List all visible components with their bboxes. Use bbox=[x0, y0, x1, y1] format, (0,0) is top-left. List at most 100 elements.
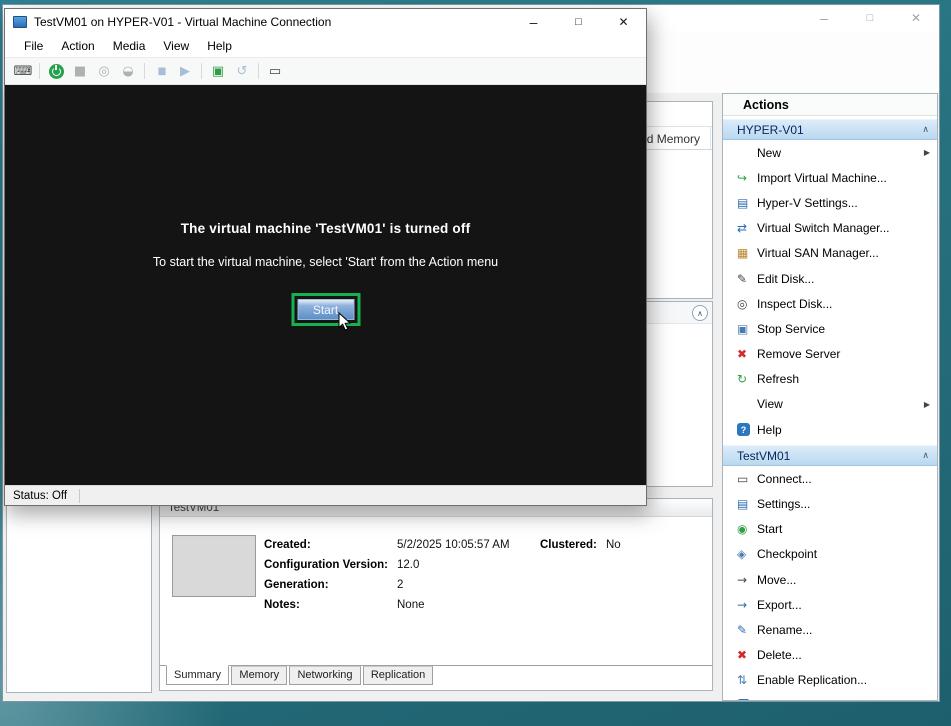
vm-off-hint: To start the virtual machine, select 'St… bbox=[5, 255, 646, 269]
action-item-help[interactable]: ? Help bbox=[723, 417, 937, 442]
action-item-settings[interactable]: ▤ Settings... bbox=[723, 491, 937, 516]
help-icon: ? bbox=[737, 699, 750, 701]
action-item-label: New bbox=[757, 146, 781, 160]
field-value: 5/2/2025 10:05:57 AM bbox=[397, 539, 510, 551]
settings-icon: ▤ bbox=[737, 498, 757, 510]
revert-button[interactable]: ↺ bbox=[230, 60, 254, 82]
vmc-statusbar: Status: Off bbox=[5, 485, 646, 505]
minimize-icon[interactable]: – bbox=[511, 9, 556, 35]
shut-down-button[interactable]: ◎ bbox=[92, 60, 116, 82]
vmc-toolbar: ⌨ ■ ◎ ◒ ▮▮ ▶ ▣ bbox=[5, 57, 646, 85]
action-item-hyperv-settings[interactable]: ▤ Hyper-V Settings... bbox=[723, 190, 937, 215]
actions-section-testvm01[interactable]: TestVM01 ∧ bbox=[723, 445, 937, 466]
action-item-connect[interactable]: ▭ Connect... bbox=[723, 466, 937, 491]
action-item-edit-disk[interactable]: ✎ Edit Disk... bbox=[723, 266, 937, 291]
chevron-up-icon: ∧ bbox=[922, 451, 929, 461]
manager-window-controls: – □ ✕ bbox=[801, 5, 939, 31]
monitor-icon: ▭ bbox=[269, 64, 281, 79]
ctrl-alt-del-button[interactable]: ⌨ bbox=[11, 60, 35, 82]
field-label: Notes: bbox=[264, 599, 397, 611]
menu-action[interactable]: Action bbox=[52, 35, 103, 57]
power-icon bbox=[49, 64, 64, 79]
action-item-label: Import Virtual Machine... bbox=[757, 171, 887, 185]
action-item-refresh[interactable]: ↻ Refresh bbox=[723, 367, 937, 392]
action-item-help-vm[interactable]: ? Help bbox=[723, 693, 937, 701]
menu-media[interactable]: Media bbox=[104, 35, 155, 57]
action-item-new[interactable]: New ▶ bbox=[723, 140, 937, 165]
action-item-checkpoint[interactable]: ◈ Checkpoint bbox=[723, 542, 937, 567]
action-item-start[interactable]: ◉ Start bbox=[723, 517, 937, 542]
action-item-stop-service[interactable]: ▣ Stop Service bbox=[723, 316, 937, 341]
keyboard-icon: ⌨ bbox=[14, 64, 33, 79]
minimize-icon[interactable]: – bbox=[801, 5, 847, 31]
enhanced-session-button[interactable]: ▭ bbox=[263, 60, 287, 82]
checkpoint-button[interactable]: ▣ bbox=[206, 60, 230, 82]
submenu-arrow-icon: ▶ bbox=[924, 400, 930, 409]
tab-summary[interactable]: Summary bbox=[166, 665, 229, 685]
close-icon[interactable]: ✕ bbox=[893, 5, 939, 31]
action-item-label: Start bbox=[757, 522, 782, 536]
statusbar-divider bbox=[79, 489, 80, 503]
menu-view[interactable]: View bbox=[154, 35, 198, 57]
detail-row-notes: Notes: None bbox=[264, 595, 510, 615]
submenu-arrow-icon: ▶ bbox=[924, 148, 930, 157]
action-item-view[interactable]: View ▶ bbox=[723, 392, 937, 417]
vm-connection-window: TestVM01 on HYPER-V01 - Virtual Machine … bbox=[4, 8, 647, 506]
action-item-export[interactable]: → Export... bbox=[723, 592, 937, 617]
turn-off-button[interactable]: ■ bbox=[68, 60, 92, 82]
action-item-remove-server[interactable]: ✖ Remove Server bbox=[723, 342, 937, 367]
action-item-enable-replication[interactable]: ⇅ Enable Replication... bbox=[723, 668, 937, 693]
start-icon: ◉ bbox=[737, 523, 757, 535]
export-icon: → bbox=[737, 599, 757, 611]
actions-section-hyperv01[interactable]: HYPER-V01 ∧ bbox=[723, 119, 937, 140]
menu-help[interactable]: Help bbox=[198, 35, 241, 57]
field-label: Created: bbox=[264, 539, 397, 551]
vm-console-viewport[interactable]: The virtual machine 'TestVM01' is turned… bbox=[5, 85, 646, 485]
rename-icon: ✎ bbox=[737, 624, 757, 636]
close-icon[interactable]: ✕ bbox=[601, 9, 646, 35]
detail-row-generation: Generation: 2 bbox=[264, 575, 510, 595]
action-item-virtual-san-manager[interactable]: ▦ Virtual SAN Manager... bbox=[723, 241, 937, 266]
save-button[interactable]: ◒ bbox=[116, 60, 140, 82]
checkpoint-icon: ◈ bbox=[737, 548, 757, 560]
action-item-label: Checkpoint bbox=[757, 547, 817, 561]
tab-memory[interactable]: Memory bbox=[231, 666, 287, 685]
action-item-move[interactable]: → Move... bbox=[723, 567, 937, 592]
maximize-icon[interactable]: □ bbox=[556, 9, 601, 35]
details-tab-strip: Summary Memory Networking Replication bbox=[160, 665, 712, 686]
action-item-inspect-disk[interactable]: ◎ Inspect Disk... bbox=[723, 291, 937, 316]
field-label: Configuration Version: bbox=[264, 559, 397, 571]
save-icon: ◒ bbox=[122, 64, 133, 79]
section-title: TestVM01 bbox=[737, 449, 790, 463]
menu-file[interactable]: File bbox=[15, 35, 52, 57]
action-item-label: Connect... bbox=[757, 472, 812, 486]
import-icon: ↪ bbox=[737, 172, 757, 184]
action-item-virtual-switch-manager[interactable]: ⇄ Virtual Switch Manager... bbox=[723, 216, 937, 241]
actions-pane-title: Actions bbox=[723, 94, 937, 116]
vmc-titlebar[interactable]: TestVM01 on HYPER-V01 - Virtual Machine … bbox=[5, 9, 646, 35]
detail-row-clustered: Clustered: No bbox=[540, 535, 621, 555]
collapse-panel-button[interactable]: ∧ bbox=[692, 305, 708, 321]
action-item-rename[interactable]: ✎ Rename... bbox=[723, 617, 937, 642]
detail-row-created: Created: 5/2/2025 10:05:57 AM bbox=[264, 535, 510, 555]
start-button[interactable] bbox=[44, 60, 68, 82]
action-item-label: Hyper-V Settings... bbox=[757, 196, 858, 210]
tab-networking[interactable]: Networking bbox=[289, 666, 360, 685]
pause-button[interactable]: ▮▮ bbox=[149, 60, 173, 82]
refresh-icon: ↻ bbox=[737, 373, 757, 385]
vm-thumbnail bbox=[172, 535, 256, 597]
reset-button[interactable]: ▶ bbox=[173, 60, 197, 82]
action-item-import-virtual-machine[interactable]: ↪ Import Virtual Machine... bbox=[723, 165, 937, 190]
chevron-up-icon: ∧ bbox=[922, 125, 929, 135]
virtual-san-icon: ▦ bbox=[737, 247, 757, 259]
virtual-switch-icon: ⇄ bbox=[737, 222, 757, 234]
action-item-label: Help bbox=[757, 699, 782, 701]
maximize-icon[interactable]: □ bbox=[847, 5, 893, 31]
checkpoint-icon: ▣ bbox=[212, 64, 224, 79]
action-item-delete[interactable]: ✖ Delete... bbox=[723, 643, 937, 668]
toolbar-separator bbox=[39, 63, 40, 79]
help-icon: ? bbox=[737, 423, 750, 436]
status-text: Status: Off bbox=[13, 490, 67, 502]
tab-replication[interactable]: Replication bbox=[363, 666, 433, 685]
details-fields: Created: 5/2/2025 10:05:57 AM Configurat… bbox=[264, 535, 510, 615]
